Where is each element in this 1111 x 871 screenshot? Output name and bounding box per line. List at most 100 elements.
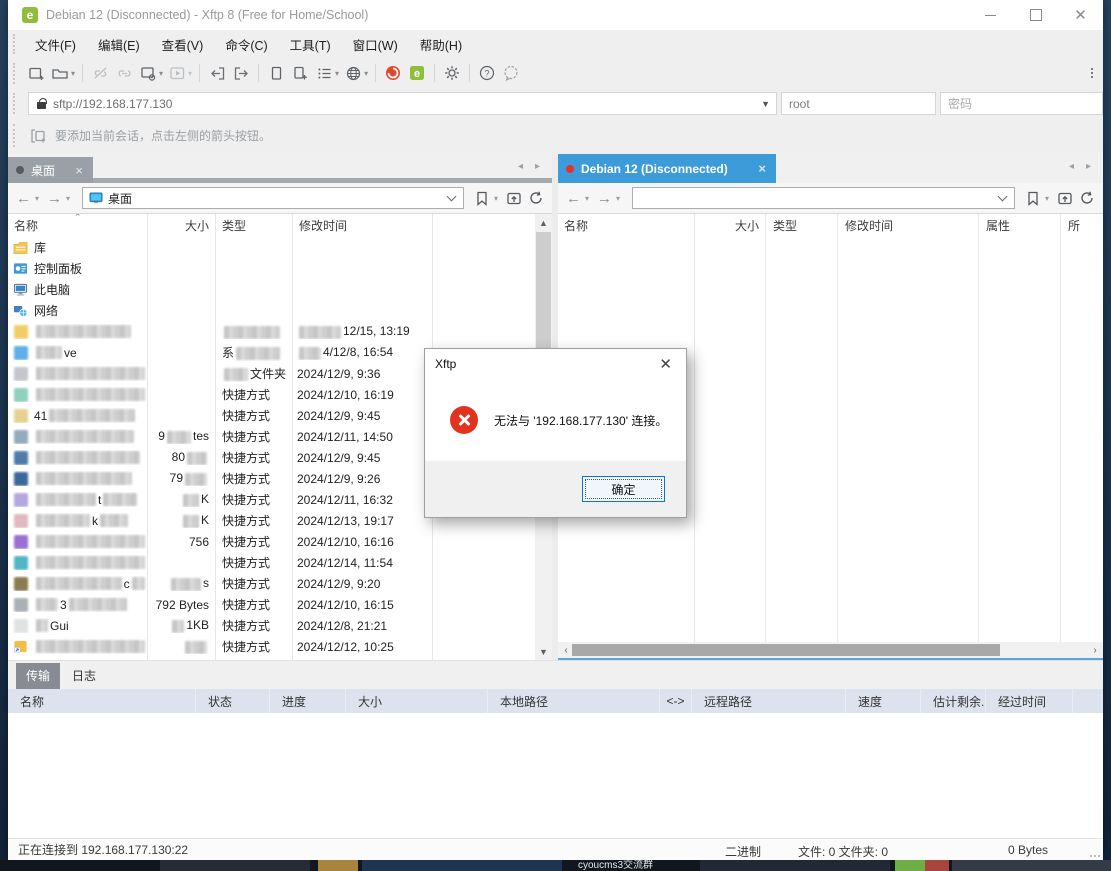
column-header-3[interactable]: 修改时间 xyxy=(837,217,978,234)
tab-debian-session[interactable]: Debian 12 (Disconnected) × xyxy=(558,154,776,183)
path-dropdown-icon[interactable] xyxy=(447,192,457,202)
username-field[interactable] xyxy=(781,92,936,115)
tab-desktop[interactable]: 桌面 × xyxy=(8,157,93,183)
toolbar-overflow-icon[interactable] xyxy=(1091,68,1093,78)
view-list-icon[interactable] xyxy=(313,62,335,84)
transfer-right-icon[interactable] xyxy=(230,62,252,84)
column-header-3[interactable]: 修改时间 xyxy=(292,217,432,234)
file-row[interactable]: 网络 xyxy=(8,300,552,321)
new-session-icon[interactable] xyxy=(25,62,47,84)
scrollbar-thumb[interactable] xyxy=(572,644,1000,656)
bookmark-icon[interactable] xyxy=(472,188,492,208)
resize-grip-icon[interactable] xyxy=(1090,855,1100,857)
column-header-5[interactable]: 所 xyxy=(1060,217,1103,234)
transfer-column-4[interactable]: 本地路径 xyxy=(488,689,660,713)
remote-path-combobox[interactable] xyxy=(632,187,1015,209)
tab-scroll-right-icon[interactable]: ▸ xyxy=(1086,161,1091,172)
file-row[interactable]: 3792 Bytes快捷方式2024/12/10, 16:15 xyxy=(8,594,552,615)
menu-item[interactable]: 文件(F) xyxy=(24,31,87,58)
close-button[interactable]: ✕ xyxy=(1058,0,1103,30)
xftp-icon[interactable]: e xyxy=(406,62,428,84)
folder-up-icon[interactable] xyxy=(504,188,524,208)
file-row[interactable]: 此电脑 xyxy=(8,279,552,300)
column-header-1[interactable]: 大小 xyxy=(147,217,215,234)
bookmark-dropdown-icon[interactable]: ▾ xyxy=(1045,194,1049,203)
back-icon[interactable]: ← xyxy=(14,191,33,206)
menu-item[interactable]: 命令(C) xyxy=(214,31,278,58)
column-header-0[interactable]: 名称 xyxy=(558,217,694,234)
ok-button[interactable]: 确定 xyxy=(582,476,665,502)
transfer-column-9[interactable]: 经过时间 xyxy=(986,689,1073,713)
tab-scroll-right-icon[interactable]: ▸ xyxy=(535,161,540,172)
transfer-column-3[interactable]: 大小 xyxy=(346,689,488,713)
transfer-tab-传输[interactable]: 传输 xyxy=(16,663,60,689)
help-icon[interactable]: ? xyxy=(476,62,498,84)
tab-close-icon[interactable]: × xyxy=(756,161,768,176)
transfer-column-0[interactable]: 名称 xyxy=(8,689,196,713)
address-dropdown-icon[interactable]: ▼ xyxy=(761,99,770,109)
file-row[interactable]: 控制面板 xyxy=(8,258,552,279)
scroll-up-icon[interactable]: ▲ xyxy=(535,214,552,231)
file-row[interactable]: cs快捷方式2024/12/9, 9:20 xyxy=(8,573,552,594)
copy-add-icon[interactable] xyxy=(289,62,311,84)
forward-dropdown-icon[interactable]: ▾ xyxy=(616,194,620,203)
local-path-combobox[interactable]: 桌面 xyxy=(82,187,464,209)
bookmark-dropdown-icon[interactable]: ▾ xyxy=(494,194,498,203)
tab-scroll-left-icon[interactable]: ◂ xyxy=(518,161,523,172)
address-combobox[interactable]: sftp://192.168.177.130 ▼ xyxy=(28,92,777,115)
menu-item[interactable]: 编辑(E) xyxy=(87,31,151,58)
feedback-icon[interactable] xyxy=(500,62,522,84)
password-field[interactable] xyxy=(940,92,1103,115)
path-dropdown-icon[interactable] xyxy=(998,192,1008,202)
open-session-dropdown-icon[interactable]: ▾ xyxy=(71,69,75,78)
horizontal-scrollbar[interactable]: ‹ › xyxy=(558,642,1103,658)
bookmark-icon[interactable] xyxy=(1023,188,1043,208)
minimize-button[interactable] xyxy=(968,0,1013,30)
back-dropdown-icon[interactable]: ▾ xyxy=(585,194,589,203)
column-header-2[interactable]: 类型 xyxy=(215,217,292,234)
view-list-dropdown-icon[interactable]: ▾ xyxy=(335,69,339,78)
column-header-1[interactable]: 大小 xyxy=(694,217,765,234)
encoding-dropdown-icon[interactable]: ▾ xyxy=(364,69,368,78)
menu-item[interactable]: 窗口(W) xyxy=(342,31,409,58)
column-header-2[interactable]: 类型 xyxy=(765,217,837,234)
xshell-icon[interactable] xyxy=(382,62,404,84)
transfer-tab-日志[interactable]: 日志 xyxy=(62,663,106,689)
session-properties-icon[interactable] xyxy=(137,62,159,84)
file-row[interactable]: 快捷方式2024/12/12, 10:25 xyxy=(8,636,552,657)
file-row[interactable]: 库 xyxy=(8,237,552,258)
file-row[interactable]: 756快捷方式2024/12/10, 16:16 xyxy=(8,531,552,552)
menu-item[interactable]: 查看(V) xyxy=(151,31,215,58)
file-row[interactable]: 快捷方式2024/12/14, 11:54 xyxy=(8,552,552,573)
transfer-column-1[interactable]: 状态 xyxy=(196,689,270,713)
encoding-globe-icon[interactable] xyxy=(342,62,364,84)
transfer-left-icon[interactable] xyxy=(206,62,228,84)
transfer-column-5[interactable]: <-> xyxy=(660,689,692,713)
transfer-column-7[interactable]: 速度 xyxy=(846,689,921,713)
transfer-column-6[interactable]: 远程路径 xyxy=(692,689,846,713)
file-row[interactable]: 12/15, 13:19 xyxy=(8,321,552,342)
forward-dropdown-icon[interactable]: ▾ xyxy=(66,194,70,203)
dialog-close-icon[interactable]: ✕ xyxy=(655,355,676,373)
scroll-right-icon[interactable]: › xyxy=(1087,645,1103,656)
tab-scroll-left-icon[interactable]: ◂ xyxy=(1069,161,1074,172)
transfer-column-2[interactable]: 进度 xyxy=(270,689,346,713)
column-header-4[interactable]: 属性 xyxy=(978,217,1060,234)
session-properties-dropdown-icon[interactable]: ▾ xyxy=(159,69,163,78)
transfer-column-8[interactable]: 估计剩余... xyxy=(921,689,986,713)
folder-up-icon[interactable] xyxy=(1055,188,1075,208)
scroll-down-icon[interactable]: ▼ xyxy=(535,643,552,660)
refresh-icon[interactable] xyxy=(1077,188,1097,208)
forward-icon[interactable]: → xyxy=(595,191,614,206)
menu-item[interactable]: 帮助(H) xyxy=(409,31,473,58)
file-row[interactable]: Gui1KB快捷方式2024/12/8, 21:21 xyxy=(8,615,552,636)
tab-close-icon[interactable]: × xyxy=(73,163,85,178)
open-session-icon[interactable] xyxy=(49,62,71,84)
maximize-button[interactable] xyxy=(1013,0,1058,30)
back-dropdown-icon[interactable]: ▾ xyxy=(35,194,39,203)
settings-gear-icon[interactable] xyxy=(441,62,463,84)
copy-icon[interactable] xyxy=(265,62,287,84)
back-icon[interactable]: ← xyxy=(564,191,583,206)
forward-icon[interactable]: → xyxy=(45,191,64,206)
add-session-arrow-icon[interactable] xyxy=(30,128,48,144)
